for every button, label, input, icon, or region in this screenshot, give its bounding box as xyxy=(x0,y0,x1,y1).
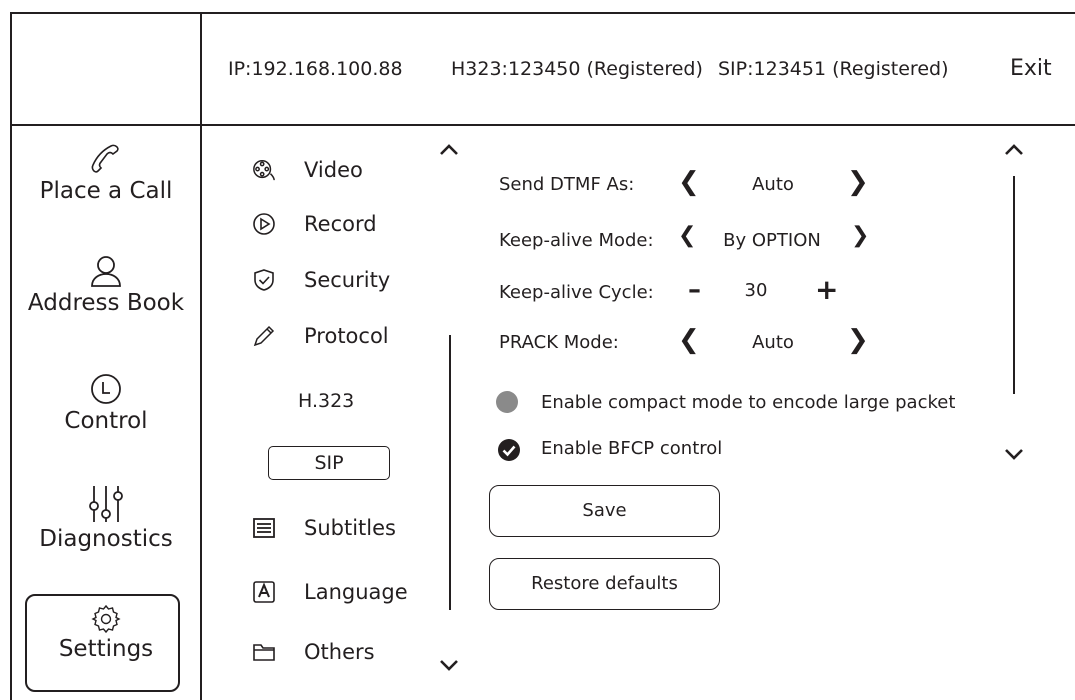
keepalive-mode-label: Keep-alive Mode: xyxy=(499,230,654,251)
phone-icon xyxy=(91,144,119,173)
menu-label-subtitles: Subtitles xyxy=(304,516,396,540)
ip-address: IP:192.168.100.88 xyxy=(228,58,403,80)
settings-scrollbar[interactable] xyxy=(1013,176,1015,394)
film-reel-icon xyxy=(253,160,275,181)
nav-place-a-call[interactable]: Place a Call xyxy=(12,142,200,204)
submenu-h323[interactable]: H.323 xyxy=(298,390,354,412)
menu-scroll-up-icon[interactable] xyxy=(437,142,461,158)
menu-item-protocol[interactable]: Protocol xyxy=(252,324,389,348)
compact-mode-radio[interactable] xyxy=(496,391,518,413)
pencil-icon xyxy=(253,325,275,347)
settings-scroll-up-icon[interactable] xyxy=(1002,142,1026,158)
prack-value: Auto xyxy=(752,332,794,353)
settings-scroll-down-icon[interactable] xyxy=(1002,446,1026,462)
contact-icon xyxy=(91,256,121,287)
h323-status: H323:123450 (Registered) xyxy=(451,58,703,80)
nav-label-diagnostics: Diagnostics xyxy=(39,526,173,552)
nav-diagnostics[interactable]: Diagnostics xyxy=(12,484,200,552)
equalizer-icon xyxy=(89,486,123,522)
submenu-sip[interactable]: SIP xyxy=(268,446,390,480)
dtmf-next-chevron-icon[interactable]: ❯ xyxy=(847,167,869,197)
header-divider xyxy=(10,124,1075,126)
keepalive-cycle-decrement-button[interactable]: – xyxy=(688,275,701,305)
restore-defaults-button[interactable]: Restore defaults xyxy=(489,558,720,610)
nav-label-address-book: Address Book xyxy=(27,290,185,316)
dtmf-prev-chevron-icon[interactable]: ❮ xyxy=(678,167,700,197)
language-icon xyxy=(253,581,275,603)
dtmf-value: Auto xyxy=(752,174,794,195)
folder-icon xyxy=(253,644,275,661)
menu-label-protocol: Protocol xyxy=(304,324,389,348)
nav-settings[interactable]: Settings xyxy=(12,604,200,662)
menu-item-language[interactable]: Language xyxy=(252,580,408,604)
nav-control[interactable]: Control xyxy=(12,372,200,434)
play-circle-icon xyxy=(253,213,275,235)
menu-scrollbar[interactable] xyxy=(449,335,451,610)
compact-mode-label: Enable compact mode to encode large pack… xyxy=(541,392,956,413)
clock-icon xyxy=(91,374,121,404)
nav-label-control: Control xyxy=(64,408,148,434)
sidebar-divider xyxy=(200,12,202,700)
keepalive-mode-next-chevron-icon[interactable]: ❯ xyxy=(851,223,869,248)
keepalive-mode-value: By OPTION xyxy=(723,230,821,251)
menu-label-record: Record xyxy=(304,212,377,236)
sip-status: SIP:123451 (Registered) xyxy=(718,58,949,80)
prack-prev-chevron-icon[interactable]: ❮ xyxy=(678,325,700,355)
prack-next-chevron-icon[interactable]: ❯ xyxy=(847,325,869,355)
gear-icon xyxy=(91,604,121,634)
dtmf-label: Send DTMF As: xyxy=(499,174,635,195)
save-button[interactable]: Save xyxy=(489,485,720,537)
menu-label-video: Video xyxy=(304,158,363,182)
menu-item-record[interactable]: Record xyxy=(252,212,377,236)
nav-label-place-a-call: Place a Call xyxy=(39,178,173,204)
keepalive-cycle-value: 30 xyxy=(744,280,768,301)
keepalive-cycle-label: Keep-alive Cycle: xyxy=(499,282,654,303)
exit-button[interactable]: Exit xyxy=(1010,56,1052,81)
bfcp-label: Enable BFCP control xyxy=(541,438,723,459)
subtitles-icon xyxy=(253,518,275,538)
menu-item-others[interactable]: Others xyxy=(252,640,375,664)
nav-address-book[interactable]: Address Book xyxy=(12,254,200,316)
menu-label-others: Others xyxy=(304,640,375,664)
menu-scroll-down-icon[interactable] xyxy=(437,657,461,673)
menu-item-security[interactable]: Security xyxy=(252,268,390,292)
prack-label: PRACK Mode: xyxy=(499,332,619,353)
bfcp-check-icon[interactable] xyxy=(497,438,521,462)
nav-label-settings: Settings xyxy=(58,636,154,662)
shield-icon xyxy=(254,269,274,291)
menu-item-video[interactable]: Video xyxy=(252,158,363,182)
keepalive-cycle-increment-button[interactable]: + xyxy=(815,273,838,306)
menu-item-subtitles[interactable]: Subtitles xyxy=(252,516,396,540)
menu-label-security: Security xyxy=(304,268,391,292)
menu-label-language: Language xyxy=(304,580,408,604)
keepalive-mode-prev-chevron-icon[interactable]: ❮ xyxy=(678,223,696,248)
